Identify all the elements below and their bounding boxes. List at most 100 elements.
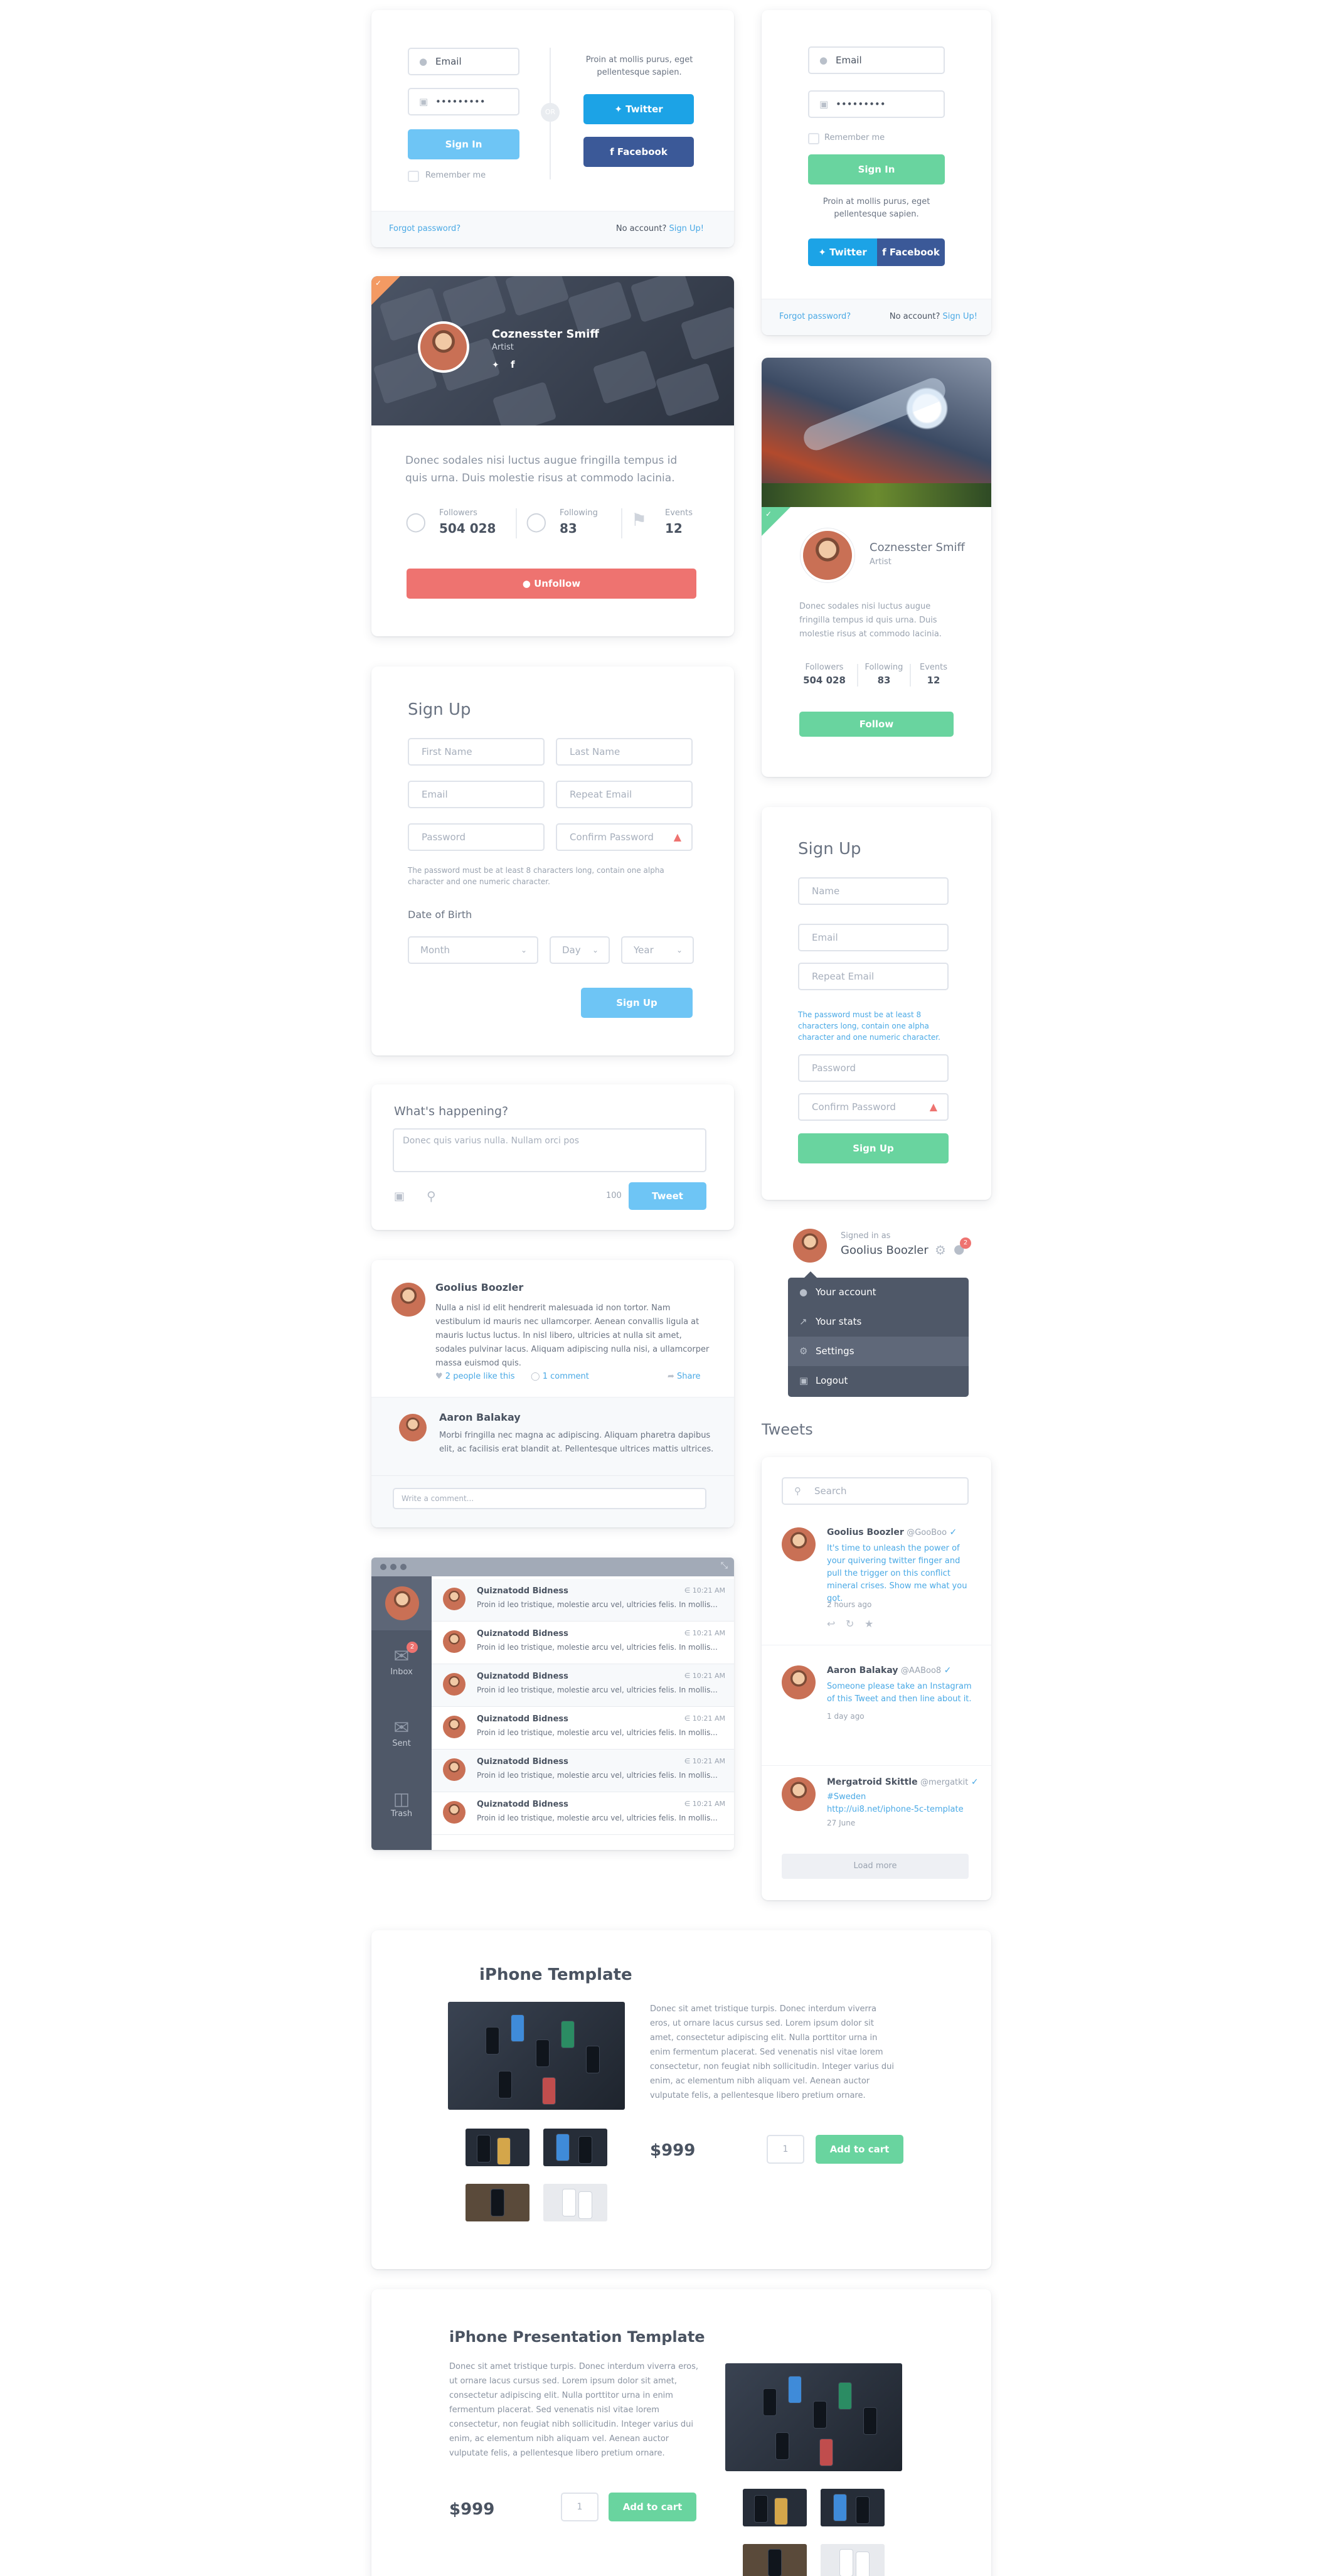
sidebar-item-trash[interactable]: ◫ Trash <box>371 1780 432 1842</box>
product-thumbnail[interactable] <box>466 2129 529 2166</box>
sign-up-link[interactable]: Sign Up! <box>943 312 977 321</box>
tweet-author[interactable]: Goolius Boozler @GooBoo ✓ <box>827 1527 957 1537</box>
reply-author[interactable]: Aaron Balakay <box>439 1411 521 1423</box>
product-thumbnail[interactable] <box>821 2544 885 2576</box>
login-card-narrow: ● Email ▣ ••••••••• Remember me Sign In Pr… <box>762 10 991 335</box>
mail-row[interactable]: Quiznatodd Bidness ∈ 10:21 AM Proin id leo… <box>432 1622 734 1664</box>
name-field[interactable]: Name <box>798 877 949 905</box>
facebook-button[interactable]: f Facebook <box>583 137 694 167</box>
twitter-button[interactable]: ✦ Twitter <box>808 238 877 266</box>
tweet-hashtag[interactable]: #Sweden <box>827 1792 866 1802</box>
email-field[interactable]: ● Email <box>808 46 945 74</box>
facebook-icon[interactable]: f <box>511 359 515 370</box>
forgot-password-link[interactable]: Forgot password? <box>389 224 460 233</box>
sign-up-link[interactable]: Sign Up! <box>669 224 704 233</box>
comment-author[interactable]: Goolius Boozler <box>435 1281 523 1293</box>
year-select[interactable]: Year ⌄ <box>621 936 694 964</box>
mail-row[interactable]: Quiznatodd Bidness ∈ 10:21 AM Proin id leo… <box>432 1707 734 1750</box>
mail-row[interactable]: Quiznatodd Bidness ∈ 10:21 AM Proin id leo… <box>432 1664 734 1707</box>
tweet-author[interactable]: Aaron Balakay @AABoo8 ✓ <box>827 1665 951 1675</box>
email-field[interactable]: ● Email <box>408 48 519 75</box>
mail-row[interactable]: Quiznatodd Bidness ∈ 10:21 AM Proin id leo… <box>432 1579 734 1622</box>
add-to-cart-button[interactable]: Add to cart <box>816 2135 903 2164</box>
product-thumbnail[interactable] <box>466 2184 529 2221</box>
compose-textarea[interactable]: Donec quis varius nulla. Nullam orci pos <box>393 1128 706 1172</box>
repeat-email-field[interactable]: Repeat Email <box>798 963 949 990</box>
mail-row[interactable]: Quiznatodd Bidness ∈ 10:21 AM Proin id leo… <box>432 1792 734 1835</box>
password-field[interactable]: ▣ ••••••••• <box>808 90 945 118</box>
avatar <box>385 1586 419 1620</box>
window-dot[interactable] <box>400 1564 407 1570</box>
sidebar-profile[interactable] <box>371 1576 432 1630</box>
quantity-input[interactable]: 1 <box>767 2135 804 2164</box>
remember-checkbox[interactable] <box>808 133 819 144</box>
product-thumbnail[interactable] <box>543 2184 607 2221</box>
window-dot[interactable] <box>380 1564 386 1570</box>
email-field[interactable]: Email <box>798 924 949 951</box>
sign-in-button[interactable]: Sign In <box>408 129 519 159</box>
stat-following: ◯ Following 83 <box>526 508 598 536</box>
sidebar-item-inbox[interactable]: ✉ Inbox 2 <box>371 1637 432 1699</box>
repeat-email-field[interactable]: Repeat Email <box>556 781 693 808</box>
login-footer: Forgot password? No account? Sign Up! <box>371 211 734 247</box>
menu-item-logout[interactable]: ▣ Logout <box>788 1366 969 1396</box>
facebook-button[interactable]: f Facebook <box>877 238 945 266</box>
location-icon[interactable]: ⚲ <box>427 1189 436 1204</box>
avatar <box>782 1665 816 1699</box>
unfollow-button[interactable]: ● Unfollow <box>407 569 696 599</box>
window-dot[interactable] <box>390 1564 396 1570</box>
day-select[interactable]: Day ⌄ <box>550 936 610 964</box>
menu-item-settings[interactable]: ⚙ Settings <box>788 1337 969 1366</box>
menu-item-your-account[interactable]: ● Your account <box>788 1278 969 1307</box>
last-name-field[interactable]: Last Name <box>556 738 693 766</box>
tweet-author[interactable]: Mergatroid Skittle @mergatkit ✓ <box>827 1777 979 1787</box>
reply-icon[interactable]: ↩ <box>827 1618 835 1630</box>
product-thumbnail[interactable] <box>743 2544 807 2576</box>
product-thumbnail[interactable] <box>743 2489 807 2526</box>
camera-icon[interactable]: ▣ <box>394 1190 405 1203</box>
retweet-icon[interactable]: ↻ <box>846 1618 854 1630</box>
share-link[interactable]: ➦ Share <box>668 1372 701 1381</box>
sign-up-button[interactable]: Sign Up <box>798 1133 949 1163</box>
mail-row[interactable]: Quiznatodd Bidness ∈ 10:21 AM Proin id leo… <box>432 1750 734 1792</box>
likes-link[interactable]: ♥ 2 people like this <box>435 1372 515 1381</box>
add-to-cart-button[interactable]: Add to cart <box>609 2493 696 2521</box>
menu-item-your-stats[interactable]: ↗ Your stats <box>788 1307 969 1337</box>
product-thumbnail[interactable] <box>543 2129 607 2166</box>
comment-input[interactable]: Write a comment... <box>393 1488 706 1509</box>
confirm-password-field[interactable]: Confirm Password ▲ <box>556 823 693 851</box>
expand-icon[interactable]: ⤡ <box>721 1561 728 1571</box>
password-field[interactable]: Password <box>408 823 545 851</box>
comments-link[interactable]: ◯ 1 comment <box>531 1372 589 1381</box>
tweet-link[interactable]: http://ui8.net/iphone-5c-template <box>827 1805 964 1814</box>
account-header[interactable]: Signed in as Goolius Boozler ⚙ ● 2 <box>793 1227 981 1265</box>
first-name-field[interactable]: First Name <box>408 738 545 766</box>
product-thumbnail[interactable] <box>821 2489 885 2526</box>
twitter-button[interactable]: ✦ Twitter <box>583 94 694 124</box>
lock-icon: ▣ <box>819 99 829 110</box>
remember-checkbox[interactable] <box>408 171 419 182</box>
product-description: Donec sit amet tristique turpis. Donec i… <box>449 2362 698 2458</box>
gear-icon[interactable]: ⚙ <box>935 1243 946 1258</box>
month-select[interactable]: Month ⌄ <box>408 936 538 964</box>
sidebar-item-sent[interactable]: ✉ Sent <box>371 1708 432 1771</box>
chevron-down-icon: ⌄ <box>592 946 599 954</box>
product-main-image[interactable] <box>448 2002 625 2110</box>
confirm-password-field[interactable]: Confirm Password ▲ <box>798 1093 949 1121</box>
avatar <box>399 1414 427 1441</box>
person-icon: ◯ <box>526 511 547 533</box>
tweet-button[interactable]: Tweet <box>629 1182 706 1210</box>
load-more-button[interactable]: Load more <box>782 1854 969 1879</box>
search-input[interactable]: ⚲ Search <box>782 1477 969 1505</box>
email-field[interactable]: Email <box>408 781 545 808</box>
password-field[interactable]: Password <box>798 1054 949 1082</box>
sign-up-button[interactable]: Sign Up <box>581 988 693 1018</box>
product-main-image[interactable] <box>725 2363 902 2471</box>
forgot-password-link[interactable]: Forgot password? <box>779 312 851 321</box>
quantity-input[interactable]: 1 <box>561 2493 599 2521</box>
sign-in-button[interactable]: Sign In <box>808 154 945 184</box>
star-icon[interactable]: ★ <box>865 1618 873 1630</box>
twitter-icon[interactable]: ✦ <box>492 360 499 370</box>
follow-button[interactable]: Follow <box>799 712 954 737</box>
password-field[interactable]: ▣ ••••••••• <box>408 88 519 115</box>
